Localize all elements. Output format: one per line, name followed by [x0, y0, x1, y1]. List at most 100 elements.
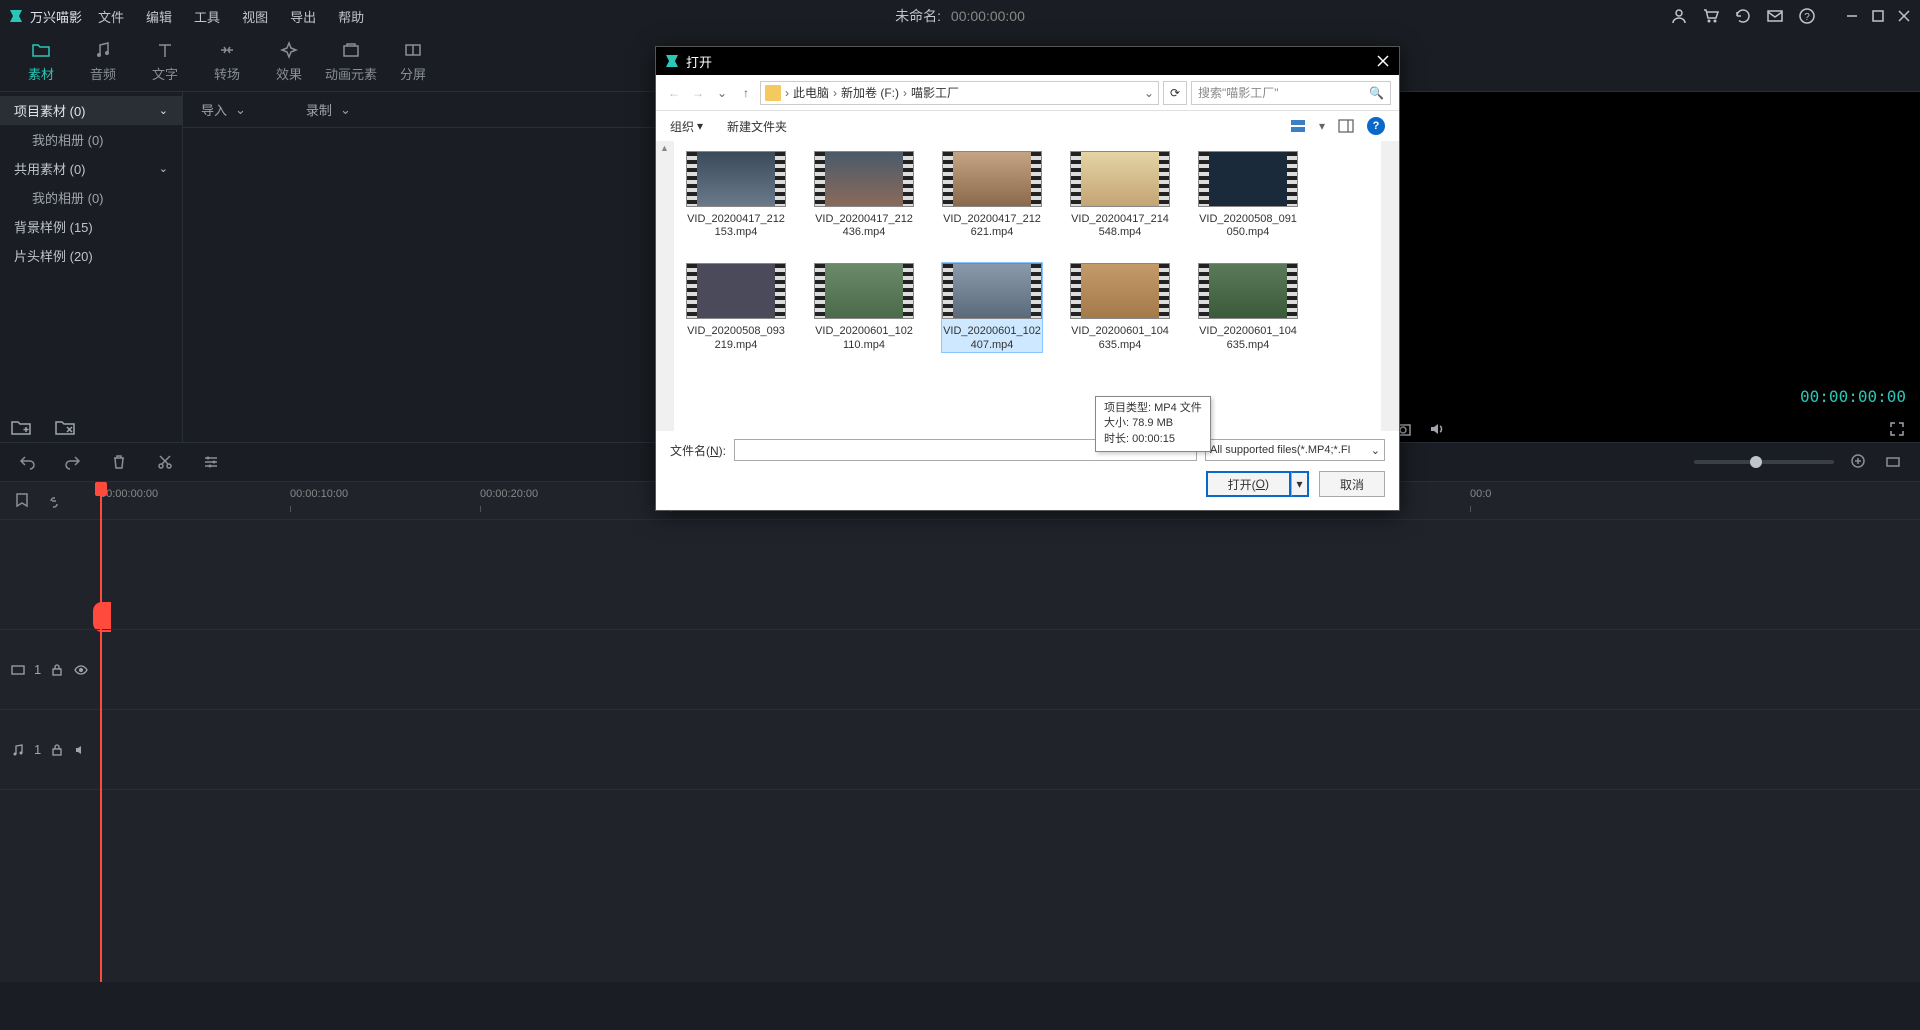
sidebar-item-bg-samples[interactable]: 背景样例 (15): [0, 212, 182, 241]
preview-pane-icon[interactable]: [1337, 117, 1355, 135]
dialog-close-button[interactable]: [1375, 53, 1391, 69]
sidebar-item-intro-samples[interactable]: 片头样例 (20): [0, 241, 182, 270]
delete-folder-icon[interactable]: [54, 418, 76, 436]
fullscreen-icon[interactable]: [1888, 420, 1906, 438]
splitscreen-icon: [403, 40, 423, 60]
newfolder-button[interactable]: 新建文件夹: [727, 118, 787, 135]
file-item[interactable]: VID_20200417_214548.mp4: [1070, 151, 1170, 239]
music-icon: [93, 40, 113, 60]
adjust-icon[interactable]: [202, 453, 220, 471]
tab-elements[interactable]: 动画元素: [320, 40, 382, 83]
path-segment[interactable]: 新加卷 (F:): [841, 84, 899, 101]
titlebar-right: ?: [1670, 7, 1912, 25]
record-dropdown[interactable]: 录制⌄: [306, 100, 351, 119]
file-item[interactable]: VID_20200508_093219.mp4: [686, 263, 786, 351]
nav-pane-scroll[interactable]: [656, 141, 674, 431]
preview-timecode: 00:00:00:00: [1800, 387, 1906, 406]
sidebar-item-shared-media[interactable]: 共用素材 (0)⌄: [0, 154, 182, 183]
empty-track[interactable]: [0, 520, 1920, 630]
chevron-down-icon[interactable]: ⌄: [1144, 86, 1154, 100]
file-item[interactable]: VID_20200601_102110.mp4: [814, 263, 914, 351]
maximize-button[interactable]: [1870, 8, 1886, 24]
preview-viewport[interactable]: [1390, 102, 1910, 382]
new-folder-icon[interactable]: [10, 418, 32, 436]
zoom-in-icon[interactable]: [1850, 453, 1868, 471]
sparkle-icon: [279, 40, 299, 60]
import-dropdown[interactable]: 导入⌄: [201, 100, 246, 119]
file-item[interactable]: VID_20200601_104635.mp4: [1070, 263, 1170, 351]
file-list[interactable]: VID_20200417_212153.mp4 VID_20200417_212…: [674, 141, 1381, 431]
cut-icon[interactable]: [156, 453, 174, 471]
audio-track[interactable]: 1: [0, 710, 1920, 790]
tab-media[interactable]: 素材: [10, 40, 72, 83]
file-item[interactable]: VID_20200417_212621.mp4: [942, 151, 1042, 239]
volume-icon[interactable]: [1428, 420, 1446, 438]
undo-icon[interactable]: [18, 453, 36, 471]
address-bar[interactable]: › 此电脑 › 新加卷 (F:) › 喵影工厂 ⌄: [760, 81, 1159, 105]
view-mode-icon[interactable]: [1289, 117, 1307, 135]
marker-icon[interactable]: [12, 491, 32, 511]
organize-button[interactable]: 组织▾: [670, 118, 703, 135]
chevron-down-icon[interactable]: ▾: [1319, 119, 1325, 133]
file-item[interactable]: VID_20200417_212436.mp4: [814, 151, 914, 239]
menu-tools[interactable]: 工具: [194, 7, 220, 26]
tab-transition[interactable]: 转场: [196, 40, 258, 83]
video-track[interactable]: 1: [0, 630, 1920, 710]
zoom-slider[interactable]: [1694, 460, 1834, 464]
file-item[interactable]: VID_20200601_104635.mp4: [1198, 263, 1298, 351]
tab-text[interactable]: 文字: [134, 40, 196, 83]
sidebar-item-my-album-1[interactable]: 我的相册 (0): [0, 125, 182, 154]
open-button[interactable]: 打开(O): [1206, 471, 1291, 497]
dialog-search-input[interactable]: 搜索"喵影工厂" 🔍: [1191, 81, 1391, 105]
nav-up-button[interactable]: ↑: [736, 83, 756, 103]
lock-icon[interactable]: [49, 742, 65, 758]
close-button[interactable]: [1896, 8, 1912, 24]
open-dropdown-button[interactable]: ▾: [1291, 471, 1309, 497]
file-item[interactable]: VID_20200508_091050.mp4: [1198, 151, 1298, 239]
cancel-button[interactable]: 取消: [1319, 471, 1385, 497]
refresh-button[interactable]: ⟳: [1163, 81, 1187, 105]
filetype-filter[interactable]: All supported files(*.MP4;*.FI⌄: [1205, 439, 1385, 461]
nav-forward-button[interactable]: →: [688, 83, 708, 103]
menu-view[interactable]: 视图: [242, 7, 268, 26]
chevron-down-icon: ⌄: [159, 162, 168, 175]
minimize-button[interactable]: [1844, 8, 1860, 24]
eye-icon[interactable]: [73, 662, 89, 678]
redo-icon[interactable]: [64, 453, 82, 471]
file-item[interactable]: VID_20200417_212153.mp4: [686, 151, 786, 239]
video-thumbnail: [814, 151, 914, 207]
lock-icon[interactable]: [49, 662, 65, 678]
tab-split[interactable]: 分屏: [382, 40, 444, 83]
speaker-icon[interactable]: [73, 742, 89, 758]
help-button[interactable]: ?: [1367, 117, 1385, 135]
menu-file[interactable]: 文件: [98, 7, 124, 26]
tab-effects[interactable]: 效果: [258, 40, 320, 83]
sidebar-item-project-media[interactable]: 项目素材 (0)⌄: [0, 96, 182, 125]
user-icon[interactable]: [1670, 7, 1688, 25]
file-item-selected[interactable]: VID_20200601_102407.mp4: [942, 263, 1042, 351]
playhead[interactable]: [100, 484, 102, 982]
path-segment[interactable]: 喵影工厂: [911, 84, 959, 101]
zoom-knob[interactable]: [1750, 456, 1762, 468]
delete-icon[interactable]: [110, 453, 128, 471]
elements-icon: [341, 40, 361, 60]
refresh-icon[interactable]: [1734, 7, 1752, 25]
nav-recent-button[interactable]: ⌄: [712, 83, 732, 103]
link-icon[interactable]: [44, 491, 64, 511]
video-thumbnail: [942, 151, 1042, 207]
sidebar-item-my-album-2[interactable]: 我的相册 (0): [0, 183, 182, 212]
mail-icon[interactable]: [1766, 7, 1784, 25]
nav-back-button[interactable]: ←: [664, 83, 684, 103]
file-list-scrollbar[interactable]: [1381, 141, 1399, 431]
path-segment[interactable]: 此电脑: [793, 84, 829, 101]
menu-export[interactable]: 导出: [290, 7, 316, 26]
chevron-down-icon: ⌄: [1371, 444, 1380, 457]
chevron-right-icon: ›: [833, 86, 837, 100]
cart-icon[interactable]: [1702, 7, 1720, 25]
menu-help[interactable]: 帮助: [338, 7, 364, 26]
open-file-dialog: 打开 ← → ⌄ ↑ › 此电脑 › 新加卷 (F:) › 喵影工厂 ⌄ ⟳ 搜…: [655, 46, 1400, 511]
help-icon[interactable]: ?: [1798, 7, 1816, 25]
fit-icon[interactable]: [1884, 453, 1902, 471]
tab-audio[interactable]: 音频: [72, 40, 134, 83]
menu-edit[interactable]: 编辑: [146, 7, 172, 26]
